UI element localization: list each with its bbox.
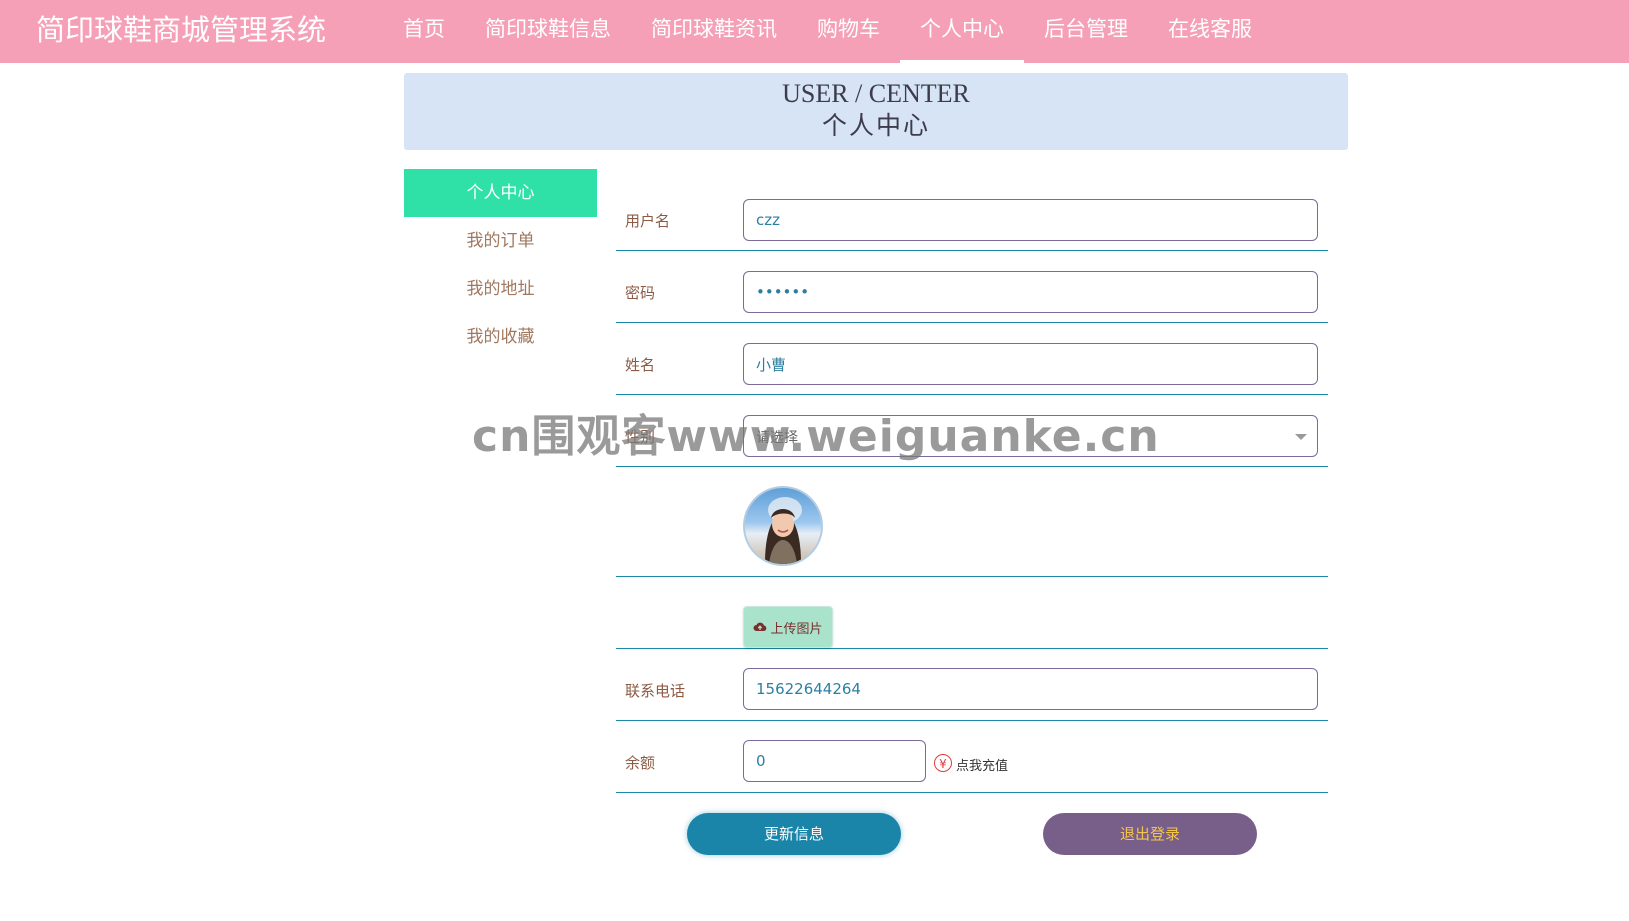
recharge-label: 点我充值 <box>956 759 1009 774</box>
logout-button[interactable]: 退出登录 <box>1043 813 1257 855</box>
banner-title-en: USER / CENTER <box>782 79 970 108</box>
phone-input[interactable] <box>743 668 1318 710</box>
recharge-link[interactable]: ¥ 点我充值 <box>934 751 1008 774</box>
form-row-avatar <box>616 476 1328 577</box>
cloud-upload-icon <box>753 621 767 633</box>
nav-admin[interactable]: 后台管理 <box>1024 0 1148 63</box>
nav-online-service[interactable]: 在线客服 <box>1148 0 1272 63</box>
form-row-name: 姓名 <box>616 332 1328 395</box>
form-row-phone: 联系电话 <box>616 658 1328 721</box>
top-navbar: 简印球鞋商城管理系统 首页 简印球鞋信息 简印球鞋资讯 购物车 个人中心 后台管… <box>0 0 1629 63</box>
gender-label: 性别 <box>625 428 656 446</box>
username-input[interactable] <box>743 199 1318 241</box>
name-label: 姓名 <box>625 356 656 374</box>
phone-label: 联系电话 <box>625 682 686 700</box>
main-nav: 首页 简印球鞋信息 简印球鞋资讯 购物车 个人中心 后台管理 在线客服 <box>383 0 1272 63</box>
balance-input[interactable] <box>743 740 926 782</box>
side-item-favorites[interactable]: 我的收藏 <box>404 313 597 361</box>
nav-shoe-news[interactable]: 简印球鞋资讯 <box>631 0 797 63</box>
avatar-image <box>743 486 823 566</box>
form-row-balance: 余额 ¥ 点我充值 <box>616 730 1328 793</box>
upload-button-label: 上传图片 <box>770 621 823 637</box>
nav-home[interactable]: 首页 <box>383 0 465 63</box>
chevron-down-icon <box>1295 434 1307 440</box>
side-item-address[interactable]: 我的地址 <box>404 265 597 313</box>
username-label: 用户名 <box>625 212 671 230</box>
name-input[interactable] <box>743 343 1318 385</box>
gender-select[interactable]: 请选择 <box>743 415 1318 457</box>
side-menu: 个人中心 我的订单 我的地址 我的收藏 <box>404 169 597 361</box>
yen-icon: ¥ <box>934 753 952 772</box>
avatar-portrait-icon <box>765 497 802 564</box>
form-row-upload: 上传图片 <box>616 586 1328 649</box>
site-title[interactable]: 简印球鞋商城管理系统 <box>36 9 326 51</box>
nav-shoe-info[interactable]: 简印球鞋信息 <box>465 0 631 63</box>
balance-label: 余额 <box>625 754 656 772</box>
password-label: 密码 <box>625 284 656 302</box>
side-item-orders[interactable]: 我的订单 <box>404 217 597 265</box>
side-item-user-center[interactable]: 个人中心 <box>404 169 597 217</box>
nav-cart[interactable]: 购物车 <box>797 0 900 63</box>
password-input[interactable] <box>743 271 1318 313</box>
nav-user-center[interactable]: 个人中心 <box>900 0 1024 63</box>
form-row-password: 密码 <box>616 260 1328 323</box>
form-row-gender: 性别 请选择 <box>616 404 1328 467</box>
form-row-username: 用户名 <box>616 188 1328 251</box>
banner-title-zh: 个人中心 <box>821 111 930 140</box>
upload-image-button[interactable]: 上传图片 <box>743 606 833 648</box>
page-banner: USER / CENTER 个人中心 <box>404 73 1348 150</box>
update-info-button[interactable]: 更新信息 <box>687 813 901 855</box>
gender-select-placeholder: 请选择 <box>756 430 798 446</box>
